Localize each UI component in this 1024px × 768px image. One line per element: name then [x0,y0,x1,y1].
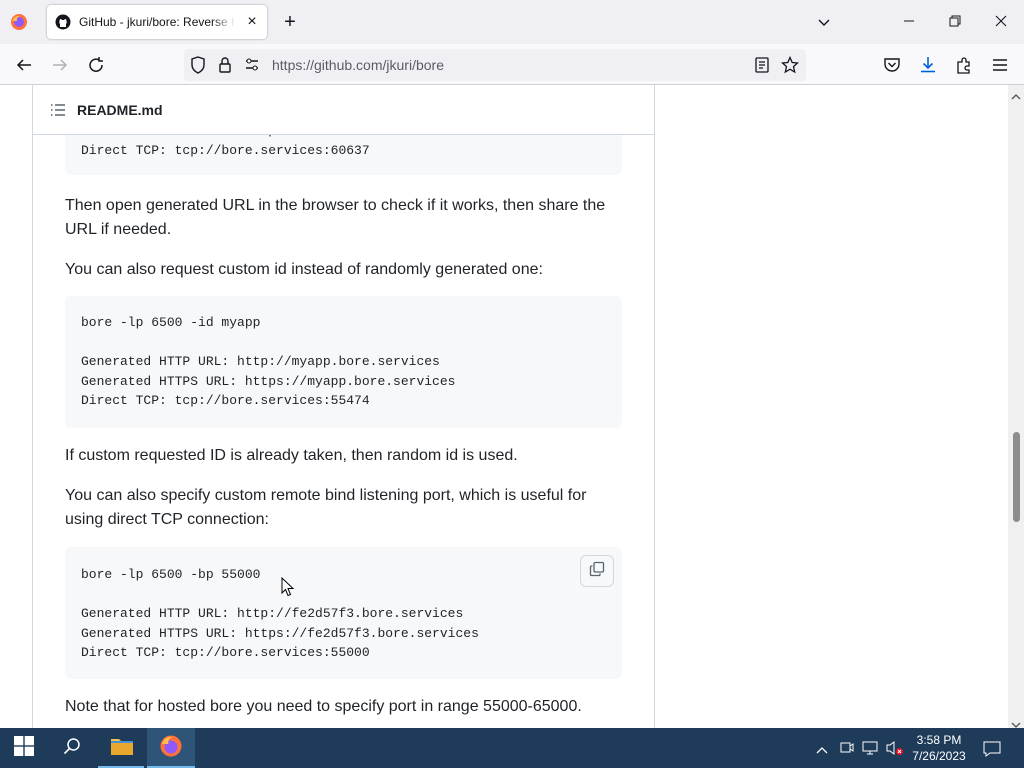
page-scrollbar[interactable] [1008,85,1024,728]
readme-header: README.md [32,85,655,135]
tab-close-icon[interactable]: × [243,13,261,31]
scrollbar-thumb[interactable] [1013,432,1020,522]
url-host: https://github.com [272,57,383,73]
permissions-icon[interactable] [244,57,262,78]
code-line: Direct TCP: tcp://bore.services:55474 [81,393,370,409]
paragraph: You can also specify custom remote bind … [65,487,587,528]
code-line: Generated HTTPS URL: https://myapp.bore.… [81,373,456,389]
outline-icon[interactable] [49,101,67,119]
file-explorer-button[interactable] [98,728,146,768]
folder-icon [110,736,134,761]
address-bar[interactable]: https://github.com/jkuri/bore [184,49,806,81]
code-line: bore -lp 6500 -id myapp [81,315,261,330]
windows-logo-icon [14,735,34,761]
copy-icon [589,561,605,581]
github-icon [55,14,71,30]
taskbar: 3:58 PM 7/26/2023 [0,728,1024,768]
paragraph: Then open generated URL in the browser t… [65,197,606,238]
restore-icon[interactable] [944,10,966,32]
readme-title: README.md [77,101,163,118]
search-icon [63,737,81,760]
tracking-protection-icon[interactable] [190,56,206,79]
back-icon[interactable] [13,54,35,76]
clock-date: 7/26/2023 [912,749,966,763]
code-block: bore -lp 6500 -id myapp Generated HTTP U… [65,296,622,428]
url-path: /jkuri/bore [382,57,444,73]
network-icon[interactable] [862,740,880,761]
firefox-menu-icon[interactable] [10,13,28,31]
copy-button[interactable] [580,555,614,587]
paragraph: Note that for hosted bore you need to sp… [65,698,582,715]
clock[interactable]: 3:58 PM 7/26/2023 [910,732,968,764]
pocket-icon[interactable] [881,54,903,76]
new-tab-button[interactable]: + [280,10,300,34]
scroll-up-icon[interactable] [1011,88,1021,106]
code-line: Generated HTTP URL: http://myapp.bore.se… [81,354,440,370]
paragraph: If custom requested ID is already taken,… [65,447,518,464]
mouse-cursor-icon [281,576,295,602]
firefox-taskbar-button[interactable] [147,728,195,768]
bookmark-star-icon[interactable] [780,55,800,79]
extensions-icon[interactable] [953,54,975,76]
firefox-icon [159,734,183,763]
code-block: bore -lp 6500 -bp 55000 Generated HTTP U… [65,547,622,679]
clock-time: 3:58 PM [916,733,962,747]
url-text[interactable]: https://github.com/jkuri/bore [272,57,444,73]
code-line: Generated HTTP URL: http://fe2d57f3.bore… [81,606,464,622]
show-hidden-icons-icon[interactable] [816,742,828,760]
web-content: Generated HTTPS URL: https://91837fae.bo… [0,85,1008,728]
paragraph: You can also request custom id instead o… [65,261,543,278]
list-all-tabs-icon[interactable] [814,12,834,32]
code-line: Direct TCP: tcp://bore.services:55000 [81,645,370,661]
start-button[interactable] [0,728,48,768]
notifications-icon[interactable] [983,740,1001,763]
search-button[interactable] [48,728,96,768]
minimize-icon[interactable] [898,10,920,32]
volume-muted-icon[interactable] [886,740,904,761]
reader-view-icon[interactable] [754,57,770,78]
downloads-icon[interactable] [917,54,939,76]
meet-now-icon[interactable] [840,740,854,761]
tab-active[interactable]: GitHub - jkuri/bore: Reverse HTTP and TC… [47,5,267,39]
code-line: Generated HTTPS URL: https://fe2d57f3.bo… [81,625,479,641]
lock-icon[interactable] [218,56,232,79]
tab-title: GitHub - jkuri/bore: Reverse HTTP and TC… [79,15,235,29]
tab-bar: GitHub - jkuri/bore: Reverse HTTP and TC… [0,0,1024,44]
code-line: bore -lp 6500 -bp 55000 [81,567,261,582]
navigation-bar: https://github.com/jkuri/bore [0,44,1024,85]
reload-icon[interactable] [85,54,107,76]
forward-icon[interactable] [49,54,71,76]
app-menu-icon[interactable] [989,54,1011,76]
code-line: Direct TCP: tcp://bore.services:60637 [81,142,370,158]
close-window-icon[interactable] [990,10,1012,32]
